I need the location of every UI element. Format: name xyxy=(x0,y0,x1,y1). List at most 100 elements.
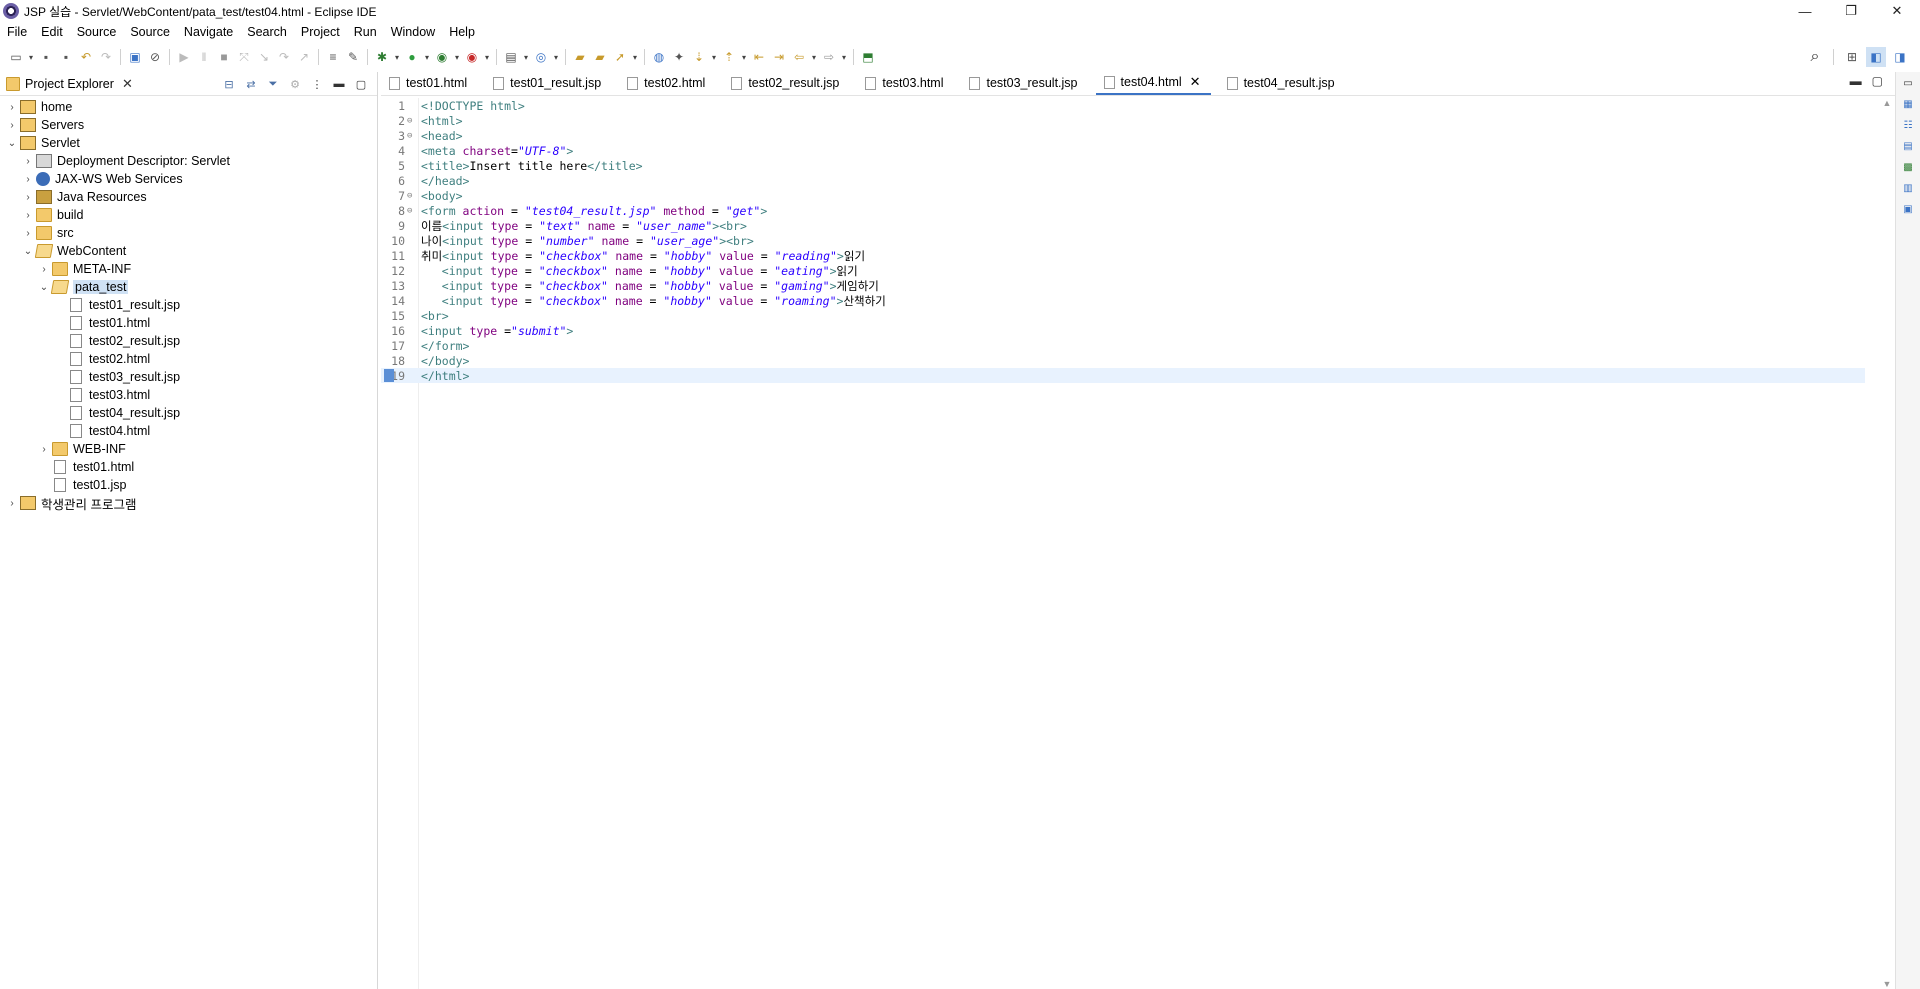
tree-item[interactable]: test03.html xyxy=(0,386,377,404)
filter-icon[interactable]: ⏷ xyxy=(265,78,281,91)
close-icon[interactable]: ✕ xyxy=(1190,74,1201,90)
maximize-editor-icon[interactable]: ▢ xyxy=(1872,74,1883,88)
close-icon[interactable]: ✕ xyxy=(122,76,133,92)
menu-search[interactable]: Search xyxy=(240,25,294,39)
external-tools-dropdown-icon[interactable]: ▾ xyxy=(482,47,492,67)
menu-help[interactable]: Help xyxy=(442,25,482,39)
tree-item[interactable]: test02_result.jsp xyxy=(0,332,377,350)
chevron-down-icon[interactable]: ⌄ xyxy=(6,138,18,149)
menu-file[interactable]: File xyxy=(0,25,34,39)
restore-button[interactable]: ❐ xyxy=(1828,0,1874,22)
tree-item[interactable]: test02.html xyxy=(0,350,377,368)
server-icon[interactable]: ▤ xyxy=(501,47,521,67)
tree-item[interactable]: test04_result.jsp xyxy=(0,404,377,422)
chevron-right-icon[interactable]: › xyxy=(22,174,34,185)
forward-dropdown-icon[interactable]: ▾ xyxy=(839,47,849,67)
snippets-icon[interactable]: ▩ xyxy=(1901,162,1915,175)
server-dropdown-icon[interactable]: ▾ xyxy=(521,47,531,67)
open-resource-icon[interactable]: ▰ xyxy=(590,47,610,67)
next-annotation-dropdown-icon[interactable]: ▾ xyxy=(709,47,719,67)
properties-icon[interactable]: ▥ xyxy=(1901,183,1915,196)
focus-icon[interactable]: ⚙ xyxy=(287,78,303,91)
fold-toggle-icon[interactable]: ⊖ xyxy=(407,191,417,201)
search-icon[interactable]: ⌕ xyxy=(1805,47,1825,67)
back-icon[interactable]: ⇦ xyxy=(789,47,809,67)
tree-item[interactable]: test01.html xyxy=(0,458,377,476)
chevron-down-icon[interactable]: ⌄ xyxy=(22,246,34,257)
previous-annotation-dropdown-icon[interactable]: ▾ xyxy=(739,47,749,67)
tree-item[interactable]: › build xyxy=(0,206,377,224)
menu-source[interactable]: Source xyxy=(70,25,124,39)
previous-annotation-icon[interactable]: ⇡ xyxy=(719,47,739,67)
tree-item[interactable]: › WEB-INF xyxy=(0,440,377,458)
forward-edit-icon[interactable]: ⇥ xyxy=(769,47,789,67)
run-dropdown-icon[interactable]: ▾ xyxy=(422,47,432,67)
tree-item[interactable]: › Servers xyxy=(0,116,377,134)
console-icon[interactable]: ▣ xyxy=(1901,204,1915,217)
redo-icon[interactable]: ↷ xyxy=(96,47,116,67)
save-all-icon[interactable]: ▪ xyxy=(56,47,76,67)
menu-window[interactable]: Window xyxy=(384,25,442,39)
tree-item[interactable]: › Deployment Descriptor: Servlet xyxy=(0,152,377,170)
chevron-right-icon[interactable]: › xyxy=(6,102,18,113)
fold-toggle-icon[interactable]: ⊖ xyxy=(407,116,417,126)
editor-tab[interactable]: test01.html xyxy=(381,71,477,95)
tree-item[interactable]: test01_result.jsp xyxy=(0,296,377,314)
servers-view-icon[interactable]: ▤ xyxy=(1901,141,1915,154)
tree-item[interactable]: ⌄ WebContent xyxy=(0,242,377,260)
web-browser-icon[interactable]: ◍ xyxy=(649,47,669,67)
tree-item[interactable]: › 학생관리 프로그램 xyxy=(0,494,377,512)
code-editor[interactable]: 1 <!DOCTYPE html> 2 ⊖ <html> 3 ⊖ <head> 4 <meta c… xyxy=(381,98,1865,989)
java-ee-perspective-icon[interactable]: ◧ xyxy=(1866,47,1886,67)
chevron-right-icon[interactable]: › xyxy=(38,444,50,455)
tree-item[interactable]: ⌄ pata_test xyxy=(0,278,377,296)
step-into-icon[interactable]: ↘ xyxy=(254,47,274,67)
fold-toggle-icon[interactable]: ⊖ xyxy=(407,206,417,216)
maximize-view-icon[interactable]: ▢ xyxy=(353,78,369,91)
menu-run[interactable]: Run xyxy=(347,25,384,39)
view-menu-icon[interactable]: ⋮ xyxy=(309,78,325,91)
forward-icon[interactable]: ⇨ xyxy=(819,47,839,67)
minimize-editor-icon[interactable]: ▬ xyxy=(1850,74,1862,88)
open-type-icon[interactable]: ▰ xyxy=(570,47,590,67)
tree-item[interactable]: › home xyxy=(0,98,377,116)
editor-tab[interactable]: test04.html ✕ xyxy=(1095,71,1211,95)
restore-view-icon[interactable]: ▭ xyxy=(1901,78,1915,91)
vertical-scrollbar[interactable]: ▲ ▼ xyxy=(1879,98,1895,989)
next-annotation-icon[interactable]: ⇣ xyxy=(689,47,709,67)
undo-icon[interactable]: ↶ xyxy=(76,47,96,67)
chevron-right-icon[interactable]: › xyxy=(6,120,18,131)
pin-editor-icon[interactable]: ⬒ xyxy=(858,47,878,67)
search-tool-icon[interactable]: ➚ xyxy=(610,47,630,67)
chevron-down-icon[interactable]: ⌄ xyxy=(38,282,50,293)
terminate-icon[interactable]: ■ xyxy=(214,47,234,67)
save-icon[interactable]: ▪ xyxy=(36,47,56,67)
editor-tab[interactable]: test01_result.jsp xyxy=(485,71,611,95)
debug-icon[interactable]: ✱ xyxy=(372,47,392,67)
collapse-all-icon[interactable]: ⊟ xyxy=(221,78,237,91)
fold-toggle-icon[interactable]: ⊖ xyxy=(407,131,417,141)
menu-navigate[interactable]: Navigate xyxy=(177,25,240,39)
tree-item[interactable]: › META-INF xyxy=(0,260,377,278)
scroll-down-icon[interactable]: ▼ xyxy=(1879,979,1895,989)
disconnect-icon[interactable]: ⤧ xyxy=(234,47,254,67)
toggle-breadcrumb-icon[interactable]: ≡ xyxy=(323,47,343,67)
chevron-right-icon[interactable]: › xyxy=(22,210,34,221)
editor-tab[interactable]: test03_result.jsp xyxy=(961,71,1087,95)
new-dropdown-icon[interactable]: ▾ xyxy=(26,47,36,67)
tree-item[interactable]: ⌄ Servlet xyxy=(0,134,377,152)
chevron-right-icon[interactable]: › xyxy=(6,498,18,509)
chevron-right-icon[interactable]: › xyxy=(22,156,34,167)
back-dropdown-icon[interactable]: ▾ xyxy=(809,47,819,67)
new-class-dropdown-icon[interactable]: ▾ xyxy=(551,47,561,67)
editor-tab[interactable]: test02.html xyxy=(619,71,715,95)
tree-item[interactable]: test04.html xyxy=(0,422,377,440)
open-perspective-icon[interactable]: ⊞ xyxy=(1842,47,1862,67)
tab-project-explorer[interactable]: Project Explorer ✕ xyxy=(0,72,133,96)
coverage-icon[interactable]: ◉ xyxy=(432,47,452,67)
resume-icon[interactable]: ▶ xyxy=(174,47,194,67)
search-dropdown-icon[interactable]: ▾ xyxy=(630,47,640,67)
editor-tab[interactable]: test03.html xyxy=(857,71,953,95)
run-icon[interactable]: ● xyxy=(402,47,422,67)
link-with-editor-icon[interactable]: ⇄ xyxy=(243,78,259,91)
